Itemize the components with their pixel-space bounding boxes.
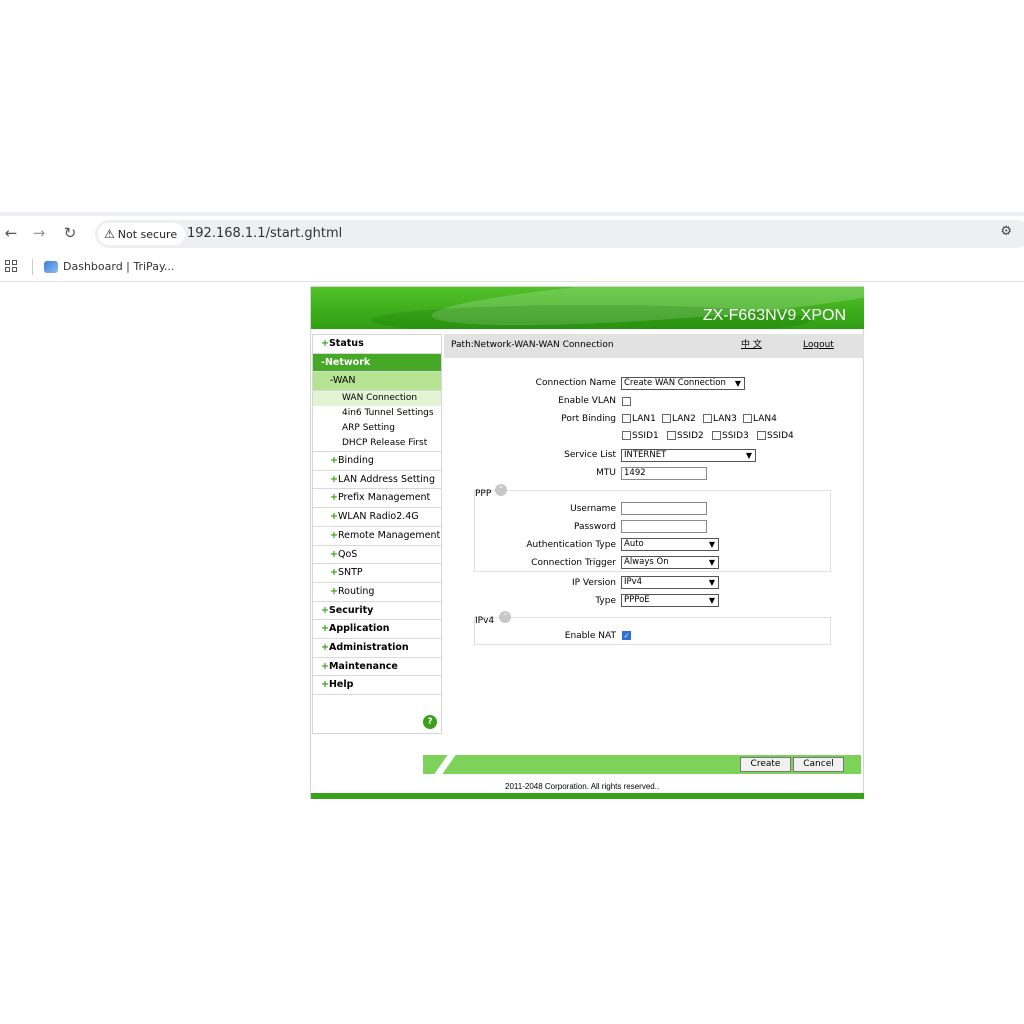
path-bar: Path:Network-WAN-WAN Connection 中 文 Logo… — [444, 334, 864, 358]
menu-security[interactable]: +Security — [313, 602, 441, 621]
port-ssid2-label: SSID2 — [677, 431, 704, 441]
enable-vlan-checkbox[interactable] — [622, 397, 631, 406]
connection-name-select[interactable]: Create WAN Connection ▼ — [621, 377, 745, 390]
security-chip[interactable]: ⚠ Not secure — [98, 223, 186, 245]
chevron-down-icon: ▼ — [708, 540, 715, 549]
mtu-label: MTU — [596, 468, 616, 478]
password-key-icon[interactable]: ⚙ — [1000, 224, 1012, 239]
language-link[interactable]: 中 文 — [741, 334, 762, 356]
ppp-title: PPP — [475, 489, 492, 499]
port-lan3-checkbox[interactable] — [703, 414, 712, 423]
menu-dhcp-release[interactable]: DHCP Release First — [313, 436, 441, 453]
router-page: ZX-F663NV9 XPON +Status -Network -WAN WA… — [310, 286, 864, 799]
help-icon[interactable]: ? — [423, 715, 437, 729]
reload-icon[interactable]: ↻ — [59, 222, 81, 244]
footer-bar — [311, 793, 864, 799]
bookmarks-separator — [32, 259, 33, 275]
port-ssid1-checkbox[interactable] — [622, 431, 631, 440]
menu-maintenance[interactable]: +Maintenance — [313, 658, 441, 677]
copyright-text: 2011-2048 Corporation. All rights reserv… — [505, 782, 660, 791]
bookmark-label: Dashboard | TriPay... — [63, 260, 175, 273]
connection-name-label: Connection Name — [535, 378, 616, 388]
bookmark-dashboard[interactable]: Dashboard | TriPay... — [44, 252, 174, 282]
type-select[interactable]: PPPoE ▼ — [621, 594, 719, 607]
back-icon[interactable]: ← — [0, 222, 22, 244]
warning-icon: ⚠ — [104, 227, 115, 241]
menu-network[interactable]: -Network — [313, 353, 441, 373]
sidebar-menu: +Status -Network -WAN WAN Connection 4in… — [312, 334, 442, 734]
chevron-down-icon: ▼ — [708, 596, 715, 605]
menu-sntp[interactable]: +SNTP — [313, 564, 441, 583]
collapse-ppp-icon[interactable]: ⌃ — [495, 484, 507, 496]
ipv4-title: IPv4 — [475, 616, 495, 626]
service-list-select[interactable]: INTERNET ▼ — [621, 449, 756, 462]
breadcrumb: Path:Network-WAN-WAN Connection — [451, 340, 614, 350]
menu-application[interactable]: +Application — [313, 620, 441, 639]
username-label: Username — [570, 504, 616, 514]
chevron-down-icon: ▼ — [745, 451, 752, 460]
ip-version-label: IP Version — [571, 578, 616, 588]
chevron-down-icon: ▼ — [708, 578, 715, 587]
create-button[interactable]: Create — [740, 757, 791, 772]
port-lan4-checkbox[interactable] — [743, 414, 752, 423]
model-name: ZX-F663NV9 XPON — [702, 307, 846, 324]
port-lan2-label: LAN2 — [672, 414, 696, 424]
menu-wan[interactable]: -WAN — [313, 372, 441, 392]
forward-icon[interactable]: → — [28, 222, 50, 244]
security-label: Not secure — [117, 228, 178, 241]
menu-wlan[interactable]: +WLAN Radio2.4G — [313, 508, 441, 527]
ip-version-select[interactable]: IPv4 ▼ — [621, 576, 719, 589]
menu-remote[interactable]: +Remote Management — [313, 527, 441, 546]
type-label: Type — [595, 596, 616, 606]
auth-type-select[interactable]: Auto ▼ — [621, 538, 719, 551]
collapse-ipv4-icon[interactable]: ⌃ — [499, 611, 511, 623]
port-lan1-label: LAN1 — [632, 414, 656, 424]
menu-administration[interactable]: +Administration — [313, 639, 441, 658]
auth-type-label: Authentication Type — [526, 540, 616, 550]
password-label: Password — [573, 522, 616, 532]
port-binding-label: Port Binding — [561, 414, 616, 424]
bookmarks-bar: Dashboard | TriPay... — [0, 252, 1024, 282]
apps-grid-icon[interactable] — [5, 260, 17, 272]
ipv4-group — [474, 617, 831, 645]
menu-status[interactable]: +Status — [313, 335, 441, 354]
port-ssid4-label: SSID4 — [767, 431, 794, 441]
password-input[interactable] — [621, 520, 707, 533]
menu-binding[interactable]: +Binding — [313, 452, 441, 471]
browser-toolbar: ← → ↻ ⚠ Not secure 192.168.1.1/start.ghtm… — [0, 216, 1024, 252]
menu-help[interactable]: +Help — [313, 676, 441, 695]
port-ssid4-checkbox[interactable] — [757, 431, 766, 440]
service-list-label: Service List — [564, 450, 616, 460]
menu-wan-connection[interactable]: WAN Connection — [313, 391, 441, 407]
username-input[interactable] — [621, 502, 707, 515]
logout-link[interactable]: Logout — [803, 334, 834, 356]
url-text[interactable]: 192.168.1.1/start.ghtml — [187, 220, 342, 248]
conn-trigger-label: Connection Trigger — [531, 558, 616, 568]
enable-nat-checkbox[interactable]: ✓ — [622, 631, 631, 640]
menu-4in6-tunnel[interactable]: 4in6 Tunnel Settings — [313, 406, 441, 421]
port-lan1-checkbox[interactable] — [622, 414, 631, 423]
port-ssid1-label: SSID1 — [632, 431, 659, 441]
chevron-down-icon: ▼ — [734, 379, 741, 388]
menu-routing[interactable]: +Routing — [313, 583, 441, 602]
address-bar[interactable]: ⚠ Not secure 192.168.1.1/start.ghtml ⚙ — [95, 220, 1024, 248]
conn-trigger-select[interactable]: Always On ▼ — [621, 556, 719, 569]
port-lan4-label: LAN4 — [753, 414, 777, 424]
cancel-button[interactable]: Cancel — [793, 757, 844, 772]
menu-arp-setting[interactable]: ARP Setting — [313, 421, 441, 436]
port-ssid3-checkbox[interactable] — [712, 431, 721, 440]
menu-lan-address[interactable]: +LAN Address Setting — [313, 471, 441, 490]
port-ssid3-label: SSID3 — [722, 431, 749, 441]
port-lan2-checkbox[interactable] — [662, 414, 671, 423]
port-lan3-label: LAN3 — [713, 414, 737, 424]
header-banner: ZX-F663NV9 XPON — [311, 287, 864, 329]
menu-qos[interactable]: +QoS — [313, 546, 441, 565]
menu-prefix[interactable]: +Prefix Management — [313, 489, 441, 509]
enable-vlan-label: Enable VLAN — [558, 396, 616, 406]
mtu-input[interactable]: 1492 — [621, 467, 707, 480]
port-ssid2-checkbox[interactable] — [667, 431, 676, 440]
chevron-down-icon: ▼ — [708, 558, 715, 567]
enable-nat-label: Enable NAT — [564, 631, 616, 641]
bookmark-favicon-icon — [44, 261, 58, 273]
